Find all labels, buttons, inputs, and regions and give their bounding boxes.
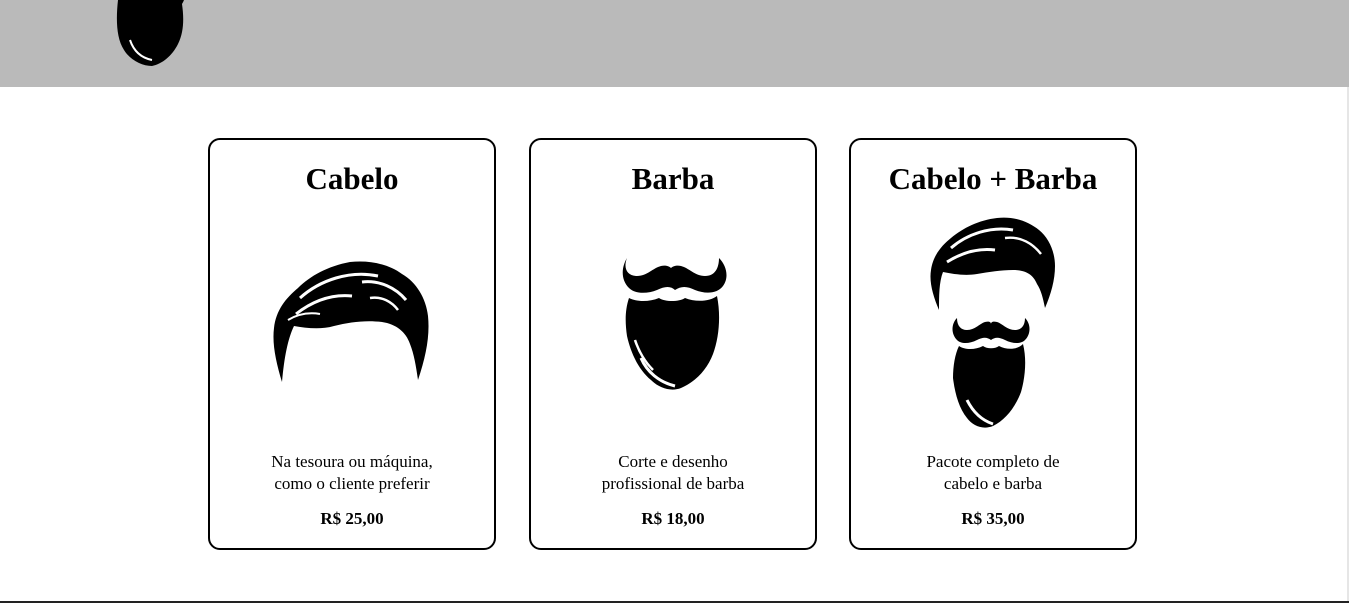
service-price: R$ 18,00 xyxy=(641,509,705,528)
header xyxy=(0,0,1349,87)
service-price: R$ 25,00 xyxy=(320,509,384,528)
hair-image xyxy=(210,258,494,386)
beard-image xyxy=(531,254,815,394)
service-description: Pacote completo de cabelo e barba xyxy=(926,452,1060,493)
service-description: Na tesoura ou máquina, como o cliente pr… xyxy=(271,452,433,493)
hair-and-beard-image xyxy=(851,214,1135,430)
hair-and-beard-icon xyxy=(930,217,1055,428)
services-list: Cabelo Na tesoura ou máquina, como o cli… xyxy=(208,138,1138,550)
service-title: Cabelo + Barba xyxy=(888,161,1098,196)
beard-logo-icon[interactable] xyxy=(112,0,186,68)
service-title: Cabelo xyxy=(305,161,399,196)
service-price: R$ 35,00 xyxy=(961,509,1025,528)
service-card-cabelo-barba[interactable]: Cabelo + Barba Pacote completo de cabelo… xyxy=(849,138,1137,550)
service-card-barba[interactable]: Barba Corte e desenho profissional de ba… xyxy=(529,138,817,550)
hair-icon xyxy=(273,261,429,382)
beard-icon xyxy=(622,258,727,390)
service-title: Barba xyxy=(631,161,715,196)
service-card-cabelo[interactable]: Cabelo Na tesoura ou máquina, como o cli… xyxy=(208,138,496,550)
service-description: Corte e desenho profissional de barba xyxy=(601,452,745,493)
